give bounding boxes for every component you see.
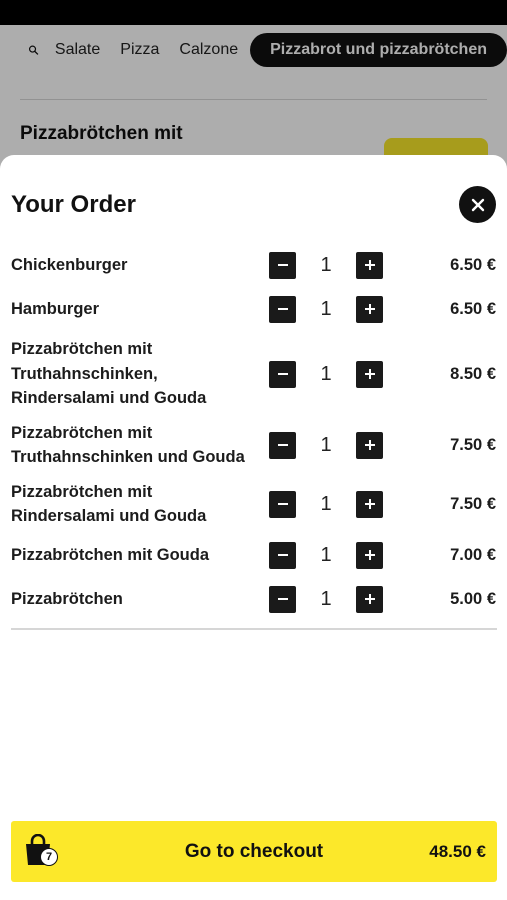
- quantity-value: 1: [320, 492, 332, 515]
- item-name: Pizzabrötchen mit Truthahnschinken und G…: [11, 423, 245, 467]
- quantity-value: 1: [320, 433, 332, 456]
- order-item: Pizzabrötchen mit Rindersalami und Gouda…: [0, 479, 507, 529]
- quantity-value: 1: [320, 253, 332, 276]
- item-price: 7.50 €: [450, 435, 496, 454]
- checkout-label: Go to checkout: [184, 840, 324, 862]
- quantity-stepper: 1: [269, 295, 383, 323]
- item-price: 8.50 €: [450, 364, 496, 383]
- order-items-list: Chickenburger 1 6.50 € Hamburger 1 6.50 …: [0, 247, 507, 617]
- checkout-button[interactable]: 7 Go to checkout 48.50 €: [11, 821, 497, 882]
- item-price: 5.00 €: [450, 589, 496, 608]
- item-name: Chickenburger: [11, 255, 128, 274]
- plus-icon: [364, 440, 375, 450]
- quantity-stepper: 1: [269, 360, 383, 388]
- order-item: Pizzabrötchen 1 5.00 €: [0, 581, 507, 617]
- quantity-stepper: 1: [269, 541, 383, 569]
- decrease-button[interactable]: [269, 360, 296, 388]
- order-item: Pizzabrötchen mit Gouda 1 7.00 €: [0, 537, 507, 573]
- item-name: Hamburger: [11, 299, 100, 318]
- plus-icon: [364, 260, 375, 270]
- quantity-value: 1: [320, 297, 332, 320]
- increase-button[interactable]: [356, 585, 383, 613]
- plus-icon: [364, 369, 375, 379]
- item-name: Pizzabrötchen mit Gouda: [11, 545, 210, 564]
- item-name: Pizzabrötchen mit Truthahnschinken, Rind…: [11, 340, 207, 408]
- quantity-stepper: 1: [269, 490, 383, 518]
- quantity-value: 1: [320, 587, 332, 610]
- quantity-stepper: 1: [269, 251, 383, 279]
- plus-icon: [364, 550, 375, 560]
- increase-button[interactable]: [356, 490, 383, 518]
- quantity-value: 1: [320, 543, 332, 566]
- minus-icon: [277, 444, 288, 446]
- item-price: 6.50 €: [450, 255, 496, 274]
- item-name: Pizzabrötchen mit Rindersalami und Gouda: [11, 482, 207, 526]
- decrease-button[interactable]: [269, 431, 296, 459]
- order-item: Pizzabrötchen mit Truthahnschinken und G…: [0, 420, 507, 470]
- minus-icon: [277, 373, 288, 375]
- order-item: Hamburger 1 6.50 €: [0, 291, 507, 327]
- minus-icon: [277, 308, 288, 310]
- item-price: 6.50 €: [450, 299, 496, 318]
- item-price: 7.00 €: [450, 545, 496, 564]
- increase-button[interactable]: [356, 251, 383, 279]
- order-title: Your Order: [11, 191, 136, 218]
- minus-icon: [277, 264, 288, 266]
- increase-button[interactable]: [356, 431, 383, 459]
- close-icon: [471, 198, 484, 211]
- minus-icon: [277, 598, 288, 600]
- quantity-stepper: 1: [269, 585, 383, 613]
- increase-button[interactable]: [356, 295, 383, 323]
- plus-icon: [364, 594, 375, 604]
- decrease-button[interactable]: [269, 251, 296, 279]
- item-name: Pizzabrötchen: [11, 589, 123, 608]
- decrease-button[interactable]: [269, 490, 296, 518]
- increase-button[interactable]: [356, 360, 383, 388]
- status-bar: [0, 0, 507, 25]
- quantity-stepper: 1: [269, 431, 383, 459]
- minus-icon: [277, 503, 288, 505]
- decrease-button[interactable]: [269, 585, 296, 613]
- plus-icon: [364, 304, 375, 314]
- decrease-button[interactable]: [269, 295, 296, 323]
- quantity-value: 1: [320, 362, 332, 385]
- increase-button[interactable]: [356, 541, 383, 569]
- item-price: 7.50 €: [450, 494, 496, 513]
- close-button[interactable]: [459, 186, 496, 223]
- decrease-button[interactable]: [269, 541, 296, 569]
- order-item: Pizzabrötchen mit Truthahnschinken, Rind…: [0, 337, 507, 411]
- order-item: Chickenburger 1 6.50 €: [0, 247, 507, 283]
- items-divider: [11, 628, 497, 630]
- minus-icon: [277, 554, 288, 556]
- plus-icon: [364, 499, 375, 509]
- order-sheet: Your Order Chickenburger 1 6.50 € Hambur…: [0, 155, 507, 900]
- checkout-total: 48.50 €: [429, 841, 486, 861]
